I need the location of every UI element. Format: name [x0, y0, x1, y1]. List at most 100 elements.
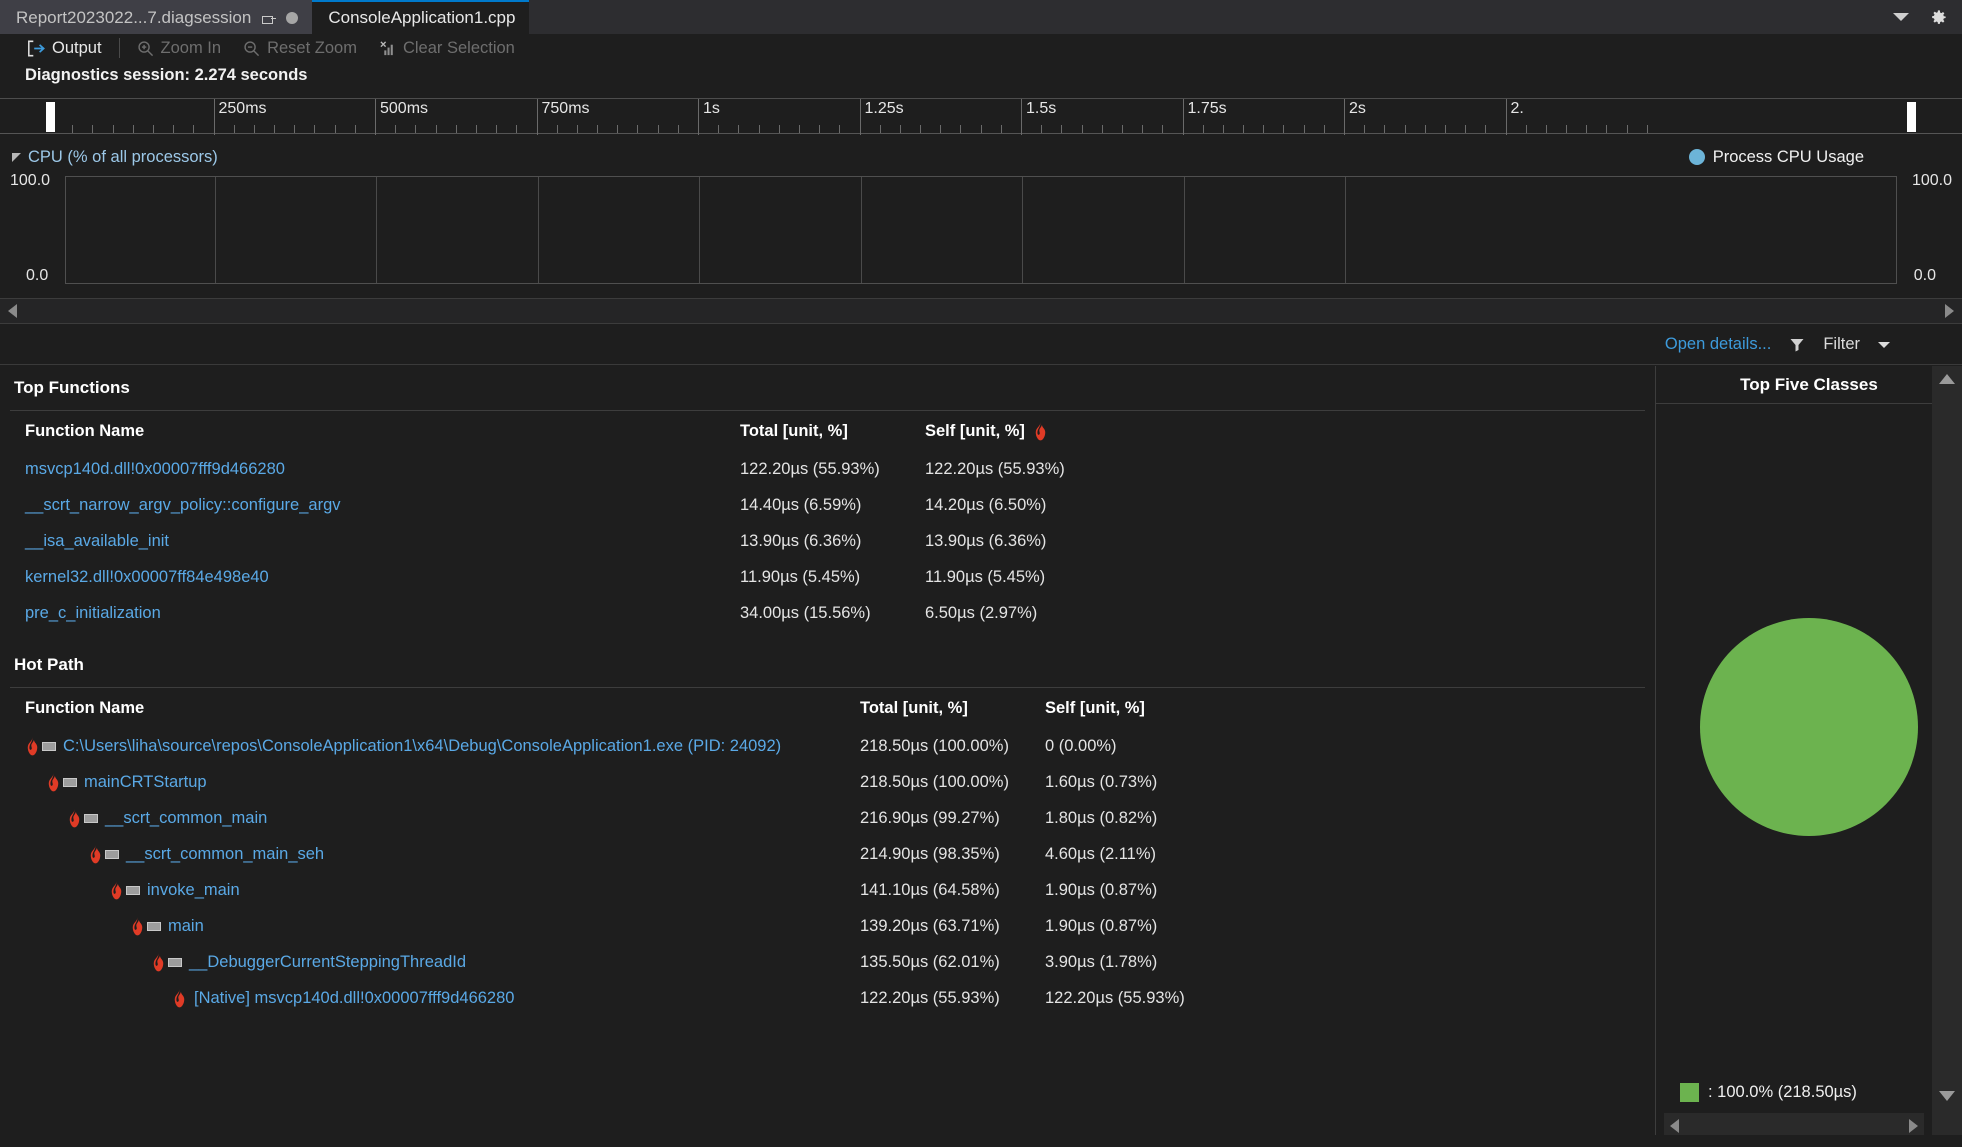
function-total-value: 141.10µs (64.58%) [860, 880, 1000, 899]
window-bottom-strip [0, 1135, 1962, 1147]
tab-diagsession[interactable]: Report2023022...7.diagsession [0, 0, 313, 34]
column-header-total[interactable]: Total [unit, %] [740, 422, 925, 441]
report-main-pane: Top Functions Function Name Total [unit,… [0, 366, 1655, 1147]
ruler-minor-tick [274, 125, 276, 133]
output-button[interactable]: Output [16, 35, 113, 61]
table-row[interactable]: __DebuggerCurrentSteppingThreadId 135.50µ… [0, 944, 1655, 980]
reset-zoom-button-label: Reset Zoom [267, 38, 357, 57]
reset-zoom-button[interactable]: Reset Zoom [232, 35, 368, 61]
ruler-minor-tick [1384, 125, 1386, 133]
tab-console-application-cpp[interactable]: ConsoleApplication1.cpp [312, 0, 530, 34]
cpu-plot-gridline [860, 177, 862, 283]
scroll-down-icon[interactable] [1939, 1091, 1955, 1101]
legend-label-0: : 100.0% (218.50µs) [1708, 1083, 1857, 1101]
function-self-value: 0 (0.00%) [1045, 736, 1117, 755]
scroll-right-icon[interactable] [1945, 304, 1954, 318]
table-row[interactable]: __scrt_common_main_seh 214.90µs (98.35%) 4… [0, 836, 1655, 872]
table-row[interactable]: invoke_main 141.10µs (64.58%) 1.90µs (0.87… [0, 872, 1655, 908]
pie-slice-0[interactable] [1700, 617, 1918, 836]
funnel-icon[interactable] [1789, 337, 1805, 353]
ruler-minor-tick [1566, 125, 1568, 133]
flame-function-icon [130, 916, 161, 936]
pin-icon[interactable] [261, 11, 277, 26]
ruler-minor-tick [1606, 125, 1608, 133]
ruler-minor-tick [1444, 125, 1446, 133]
scroll-left-icon[interactable] [8, 304, 17, 318]
function-name-link[interactable]: [Native] msvcp140d.dll!0x00007fff9d46628… [0, 988, 860, 1008]
cpu-legend-label: Process CPU Usage [1712, 147, 1864, 166]
function-self-value: 1.80µs (0.82%) [1045, 808, 1158, 827]
function-name-link[interactable]: __scrt_common_main [0, 808, 860, 828]
cpu-plot-area[interactable] [65, 176, 1897, 284]
gear-icon[interactable] [1929, 8, 1948, 27]
report-vertical-scrollbar[interactable] [1932, 366, 1962, 1147]
ruler-minor-tick [1041, 125, 1043, 133]
function-name-link[interactable]: pre_c_initialization [0, 604, 740, 623]
function-total-value: 218.50µs (100.00%) [860, 736, 1009, 755]
scroll-up-icon[interactable] [1939, 374, 1955, 384]
table-row[interactable]: __scrt_common_main 216.90µs (99.27%) 1.80µ… [0, 800, 1655, 836]
ruler-minor-tick [1243, 125, 1245, 133]
column-header-function-name[interactable]: Function Name [0, 699, 860, 718]
function-name-link[interactable]: invoke_main [0, 880, 860, 900]
ruler-minor-tick [92, 125, 94, 133]
table-row[interactable]: [Native] msvcp140d.dll!0x00007fff9d46628… [0, 980, 1655, 1016]
function-total-value: 34.00µs (15.56%) [740, 603, 871, 622]
function-name-link[interactable]: msvcp140d.dll!0x00007fff9d466280 [0, 460, 740, 479]
scroll-right-icon[interactable] [1909, 1119, 1918, 1133]
zoom-in-button[interactable]: Zoom In [126, 35, 233, 61]
scroll-left-icon[interactable] [1670, 1119, 1679, 1133]
tab-strip: Report2023022...7.diagsession ConsoleApp… [0, 0, 1962, 34]
column-header-total[interactable]: Total [unit, %] [860, 699, 1045, 718]
flame-icon [172, 988, 187, 1008]
cpu-panel-title: CPU (% of all processors) [28, 147, 218, 166]
ruler-minor-tick [1081, 125, 1083, 133]
ruler-minor-tick [1142, 125, 1144, 133]
triangle-collapse-icon[interactable] [12, 152, 21, 162]
function-name-link[interactable]: main [0, 916, 860, 936]
function-name-link[interactable]: __scrt_narrow_argv_policy::configure_arg… [0, 496, 740, 515]
table-row[interactable]: __scrt_narrow_argv_policy::configure_arg… [0, 487, 1655, 523]
table-row[interactable]: pre_c_initialization 34.00µs (15.56%) 6.50… [0, 595, 1655, 631]
ruler-minor-tick [960, 125, 962, 133]
table-row[interactable]: C:\Users\liha\source\repos\ConsoleApplic… [0, 728, 1655, 764]
chevron-down-icon[interactable] [1893, 13, 1909, 21]
caret-down-icon[interactable] [1878, 341, 1890, 348]
table-row[interactable]: main 139.20µs (63.71%) 1.90µs (0.87%) [0, 908, 1655, 944]
hot-path-table: Function Name Total [unit, %] Self [unit… [0, 688, 1655, 1016]
timeline-end-marker[interactable] [1907, 102, 1916, 132]
table-row[interactable]: mainCRTStartup 218.50µs (100.00%) 1.60µs (… [0, 764, 1655, 800]
hot-path-title: Hot Path [14, 655, 84, 674]
top-five-classes-title: Top Five Classes [1656, 366, 1962, 404]
table-row[interactable]: kernel32.dll!0x00007ff84e498e40 11.90µs (… [0, 559, 1655, 595]
timeline-horizontal-scrollbar[interactable] [0, 298, 1962, 324]
ruler-minor-tick [455, 125, 457, 133]
ruler-tick: 750ms [536, 99, 590, 135]
tab-status-dot-icon[interactable] [286, 12, 299, 24]
timeline-start-marker[interactable] [46, 102, 55, 132]
function-name-link[interactable]: mainCRTStartup [0, 772, 860, 792]
column-header-self[interactable]: Self [unit, %] [925, 421, 1165, 441]
function-self-value: 4.60µs (2.11%) [1045, 844, 1157, 863]
column-header-self[interactable]: Self [unit, %] [1045, 699, 1285, 718]
table-row[interactable]: msvcp140d.dll!0x00007fff9d466280 122.20µs… [0, 451, 1655, 487]
table-row[interactable]: __isa_available_init 13.90µs (6.36%) 13.90… [0, 523, 1655, 559]
function-name-link[interactable]: kernel32.dll!0x00007ff84e498e40 [0, 568, 740, 587]
function-name-link[interactable]: __scrt_common_main_seh [0, 844, 860, 864]
cpu-axis-max-right: 100.0 [1911, 172, 1952, 189]
timeline-ruler[interactable]: 250ms 500ms 750ms 1s 1.25s 1.5s 1.75s 2s 2. [0, 98, 1962, 135]
ruler-minor-tick [1465, 125, 1467, 133]
open-details-link[interactable]: Open details... [1665, 335, 1771, 354]
cpu-panel-header: CPU (% of all processors) Process CPU Us… [0, 142, 1962, 172]
function-name-link[interactable]: __DebuggerCurrentSteppingThreadId [0, 952, 860, 972]
filter-button-label[interactable]: Filter [1823, 335, 1860, 354]
function-name-link[interactable]: C:\Users\liha\source\repos\ConsoleApplic… [0, 736, 860, 756]
top-five-classes-chart[interactable] [1656, 404, 1962, 1049]
column-header-function-name[interactable]: Function Name [0, 422, 740, 441]
ruler-minor-tick [597, 125, 599, 133]
function-name-link[interactable]: __isa_available_init [0, 532, 740, 551]
ruler-minor-tick [435, 125, 437, 133]
ruler-minor-tick [415, 125, 417, 133]
ruler-tick: 2. [1505, 99, 1524, 135]
clear-selection-button[interactable]: Clear Selection [368, 35, 526, 61]
